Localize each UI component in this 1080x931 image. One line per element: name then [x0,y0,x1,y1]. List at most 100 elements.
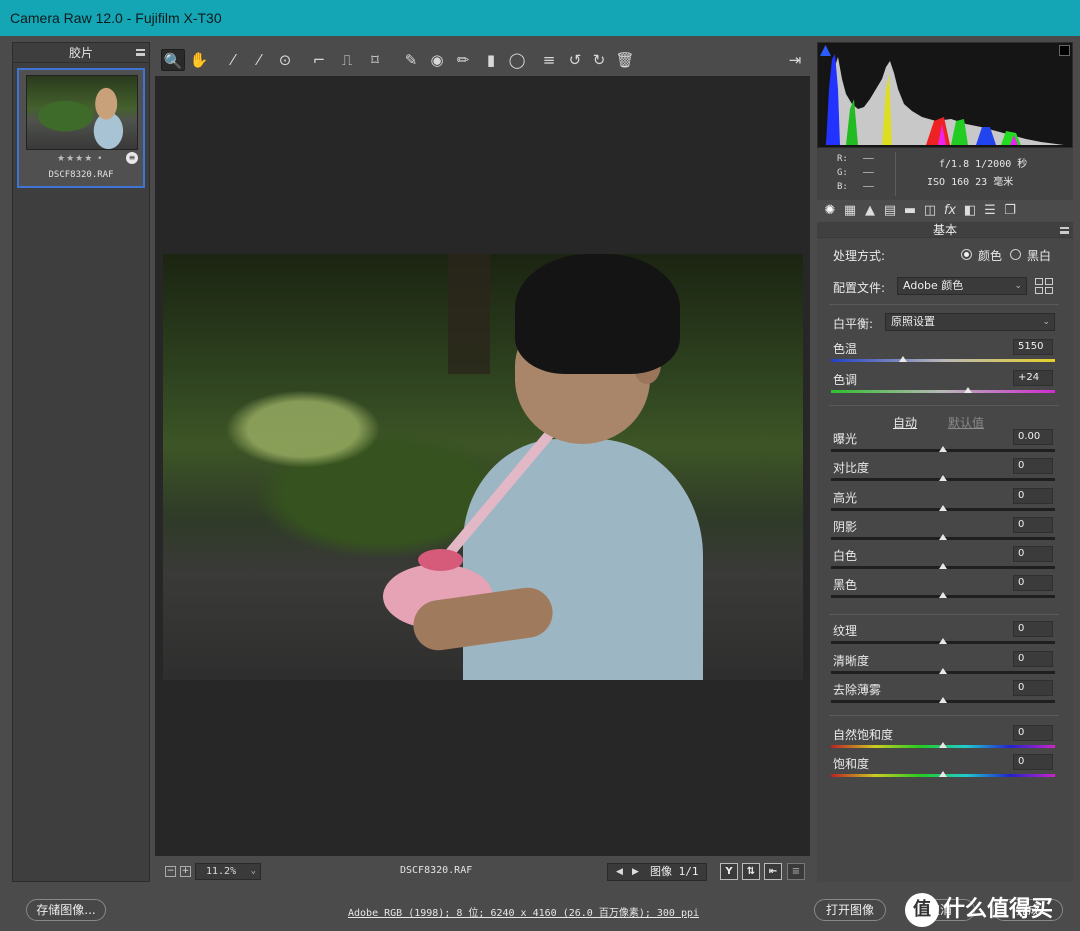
targeted-adjustment-icon[interactable]: ⊙ [273,49,297,71]
graduated-filter-icon[interactable]: ▮ [479,49,503,71]
treatment-bw-radio[interactable] [1010,249,1021,260]
slider-handle[interactable] [939,638,947,644]
open-preferences-icon[interactable]: ⇥ [783,49,807,71]
white-balance-select[interactable]: 原照设置 ⌄ [885,313,1055,331]
filmstrip-thumbnail[interactable]: ★★★★ • ≡ DSCF8320.RAF [17,68,145,188]
preferences-icon[interactable]: ≡ [537,49,561,71]
slider-label: 对比度 [833,461,870,475]
white-balance-icon[interactable]: ⁄ [221,49,245,71]
workflow-options-link[interactable]: Adobe RGB (1998); 8 位; 6240 x 4160 (26.0… [348,904,699,919]
thumbnail-image [26,75,138,150]
radial-filter-icon[interactable]: ◯ [505,49,529,71]
slider-value-field[interactable]: 0.00 [1013,429,1053,445]
swap-settings-icon[interactable]: ⇅ [742,863,760,880]
panel-menu-icon[interactable] [1060,227,1069,234]
rotate-right-icon[interactable]: ↻ [587,49,611,71]
slider-value-field[interactable]: 0 [1013,754,1053,770]
crop-icon[interactable]: ⌐ [307,49,331,71]
slider-handle[interactable] [963,387,972,393]
auto-button[interactable]: 自动 [893,414,917,431]
slider-handle[interactable] [939,592,947,598]
red-eye-icon[interactable]: ◉ [425,49,449,71]
slider-value-field[interactable]: 0 [1013,725,1053,741]
before-after-toggle-icon[interactable]: Y [720,863,738,880]
exif-aperture-shutter: f/1.8 1/2000 秒 [939,159,1028,170]
preview-canvas[interactable] [155,76,810,856]
zoom-in-button[interactable]: + [180,866,191,877]
slider-track[interactable] [831,390,1055,393]
profile-select[interactable]: Adobe 颜色 ⌄ [897,277,1027,295]
zoom-value: 11.2% [206,866,237,877]
slider-handle[interactable] [939,668,947,674]
slider-value-field[interactable]: 0 [1013,458,1053,474]
copy-settings-icon[interactable]: ⇤ [764,863,782,880]
save-image-button[interactable]: 存储图像... [26,899,106,921]
transform-icon[interactable]: ⌑ [363,49,387,71]
basic-icon[interactable]: ✺ [821,202,839,220]
slider-value-field[interactable]: 5150 [1013,339,1053,355]
slider-label: 色温 [833,342,858,356]
split-toning-icon[interactable]: ▬ [901,202,919,220]
slider-label: 白色 [833,549,858,563]
slider-handle[interactable] [898,356,907,362]
slider-handle[interactable] [939,771,947,777]
profile-browser-icon[interactable] [1035,278,1053,294]
chevron-down-icon: ⌄ [1042,317,1050,327]
slider-value-field[interactable]: 0 [1013,621,1053,637]
slider-label: 饱和度 [833,757,870,771]
fx-icon[interactable]: fx [941,202,959,220]
tone-curve-icon[interactable]: ▦ [841,202,859,220]
hsl-icon[interactable]: ▤ [881,202,899,220]
basic-panel-header: 基本 [817,222,1073,238]
default-button[interactable]: 默认值 [948,414,984,431]
presets-icon[interactable]: ☰ [981,202,999,220]
spot-removal-icon[interactable]: ✎ [399,49,423,71]
slider-handle[interactable] [939,505,947,511]
basic-panel-title: 基本 [932,223,957,237]
open-image-button[interactable]: 打开图像 [814,899,886,921]
chevron-down-icon: ⌄ [1014,281,1022,291]
color-sampler-icon[interactable]: ⁄ [247,49,271,71]
trash-icon[interactable]: 🗑 [613,49,637,71]
slider-value-field[interactable]: 0 [1013,546,1053,562]
snapshots-icon[interactable]: ❐ [1001,202,1019,220]
slider-track[interactable] [831,359,1055,362]
slider-value-field[interactable]: +24 [1013,370,1053,386]
rotate-left-icon[interactable]: ↺ [563,49,587,71]
exif-iso-focal: ISO 160 23 毫米 [927,177,1014,188]
treatment-color-radio[interactable] [961,249,972,260]
thumbnail-rating[interactable]: ★★★★ • [57,154,103,164]
profile-label: 配置文件: [833,281,886,295]
slider-handle[interactable] [939,697,947,703]
slider-value-field[interactable]: 0 [1013,517,1053,533]
previous-image-button[interactable]: ◀ [616,864,623,880]
zoom-select[interactable]: 11.2% ⌄ [195,863,261,880]
detail-icon[interactable]: ▲ [861,202,879,220]
preview-statusbar: − + 11.2% ⌄ DSCF8320.RAF ◀ ▶ 图像 1/1 Y ⇅ … [155,858,810,884]
next-image-button[interactable]: ▶ [632,864,639,880]
lens-icon[interactable]: ◫ [921,202,939,220]
slider-value-field[interactable]: 0 [1013,651,1053,667]
zoom-icon[interactable]: 🔍 [161,49,185,71]
filmstrip-menu-icon[interactable] [136,49,145,56]
slider-handle[interactable] [939,742,947,748]
zoom-out-button[interactable]: − [165,866,176,877]
slider-label: 自然饱和度 [833,728,894,742]
calibration-icon[interactable]: ◧ [961,202,979,220]
adjustment-brush-icon[interactable]: ✏ [451,49,475,71]
preview-settings-icon[interactable]: ≡ [787,863,805,880]
treatment-color-label[interactable]: 颜色 [978,247,1002,264]
slider-handle[interactable] [939,563,947,569]
slider-handle[interactable] [939,534,947,540]
slider-handle[interactable] [939,475,947,481]
rgb-readout: R: —— G: —— B: —— [837,154,874,192]
slider-value-field[interactable]: 0 [1013,680,1053,696]
slider-value-field[interactable]: 0 [1013,575,1053,591]
adjusted-badge-icon: ≡ [126,152,138,164]
hand-icon[interactable]: ✋ [187,49,211,71]
slider-handle[interactable] [939,446,947,452]
white-balance-label: 白平衡: [833,317,874,331]
slider-value-field[interactable]: 0 [1013,488,1053,504]
treatment-bw-label[interactable]: 黑白 [1027,247,1051,264]
straighten-icon[interactable]: ⎍ [335,49,359,71]
